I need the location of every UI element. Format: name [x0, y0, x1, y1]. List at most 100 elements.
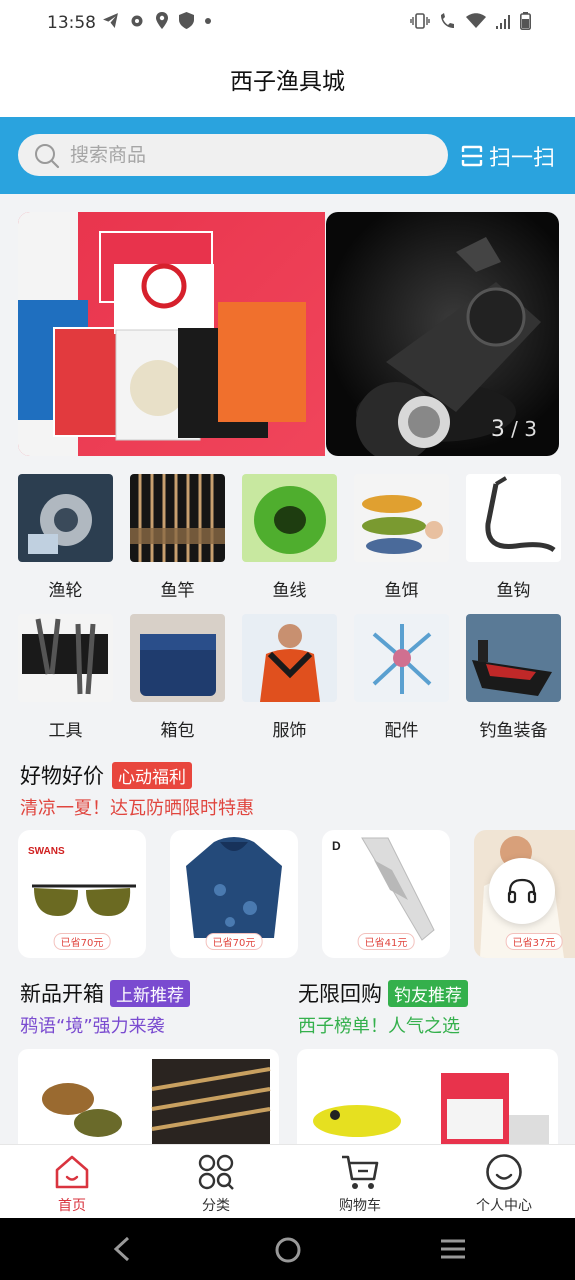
- telegram-icon: [103, 13, 118, 28]
- new-arrivals-title: 新品开箱: [20, 982, 104, 1006]
- repurchase-tag: 钓友推荐: [388, 979, 468, 1007]
- signal-icon: [496, 15, 510, 29]
- repurchase-card[interactable]: [297, 1049, 558, 1145]
- status-time: 13:58: [47, 13, 96, 33]
- category-label: 工具: [48, 721, 83, 741]
- scan-label: 扫一扫: [489, 146, 556, 171]
- category-label: 鱼饵: [384, 581, 419, 601]
- saving-badge: 已省70元: [53, 933, 111, 950]
- search-bar: 扫一扫: [0, 117, 575, 194]
- new-arrivals-image: [42, 1059, 271, 1145]
- scan-button[interactable]: 扫一扫: [461, 139, 555, 173]
- nav-profile-label: 个人中心: [476, 1198, 532, 1214]
- fish-hook-image: [466, 474, 561, 562]
- banner-total-pages: / 3: [511, 417, 537, 441]
- category-item-bags[interactable]: 箱包: [130, 614, 225, 741]
- banner-current-page: 3: [490, 417, 505, 442]
- category-label: 鱼线: [272, 581, 307, 601]
- nav-home[interactable]: 首页: [12, 1145, 132, 1219]
- wifi-icon: [466, 13, 486, 28]
- saving-badge: 已省41元: [357, 933, 415, 950]
- nav-profile[interactable]: 个人中心: [444, 1145, 564, 1219]
- repurchase-title: 无限回购: [298, 982, 382, 1006]
- deal-card-arm-sleeve[interactable]: D 已省41元: [322, 830, 450, 958]
- deals-tag: 心动福利: [112, 761, 192, 789]
- category-icon: [198, 1154, 234, 1190]
- brand-logo-text: SWANS: [28, 846, 65, 857]
- category-item-hook[interactable]: 鱼钩: [466, 474, 561, 601]
- system-nav-bar: [0, 1218, 575, 1280]
- status-bar: 13:58: [0, 0, 575, 48]
- new-arrivals-tag: 上新推荐: [110, 979, 190, 1007]
- repurchase-subtitle[interactable]: 西子榜单！人气之选: [298, 1012, 460, 1038]
- fishing-reel-image: [18, 474, 113, 562]
- category-item-rod[interactable]: 鱼竿: [130, 474, 225, 601]
- scan-icon: [461, 145, 483, 167]
- deals-subtitle[interactable]: 清凉一夏！达瓦防晒限时特惠: [20, 794, 254, 820]
- deal-card-hoodie[interactable]: 已省70元: [170, 830, 298, 958]
- shield-icon: [179, 12, 194, 29]
- pliers-image: [18, 614, 113, 702]
- category-item-tools[interactable]: 工具: [18, 614, 113, 741]
- new-arrivals-subtitle[interactable]: 鸦语“境”强力来袭: [20, 1012, 165, 1038]
- headset-icon: [507, 878, 537, 904]
- dot-icon: [205, 17, 211, 24]
- category-label: 箱包: [160, 721, 195, 741]
- nav-cart[interactable]: 购物车: [300, 1145, 420, 1219]
- search-box[interactable]: [18, 134, 448, 176]
- banner-image-reel[interactable]: 3 / 3: [326, 212, 559, 456]
- category-label: 鱼钩: [496, 581, 531, 601]
- nav-category[interactable]: 分类: [156, 1145, 276, 1219]
- brand-logo-text: D: [332, 839, 341, 853]
- category-label: 配件: [384, 721, 419, 741]
- back-icon[interactable]: [110, 1236, 134, 1262]
- repurchase-image: [313, 1073, 549, 1145]
- fishing-line-products-image: [18, 212, 306, 456]
- nav-home-label: 首页: [58, 1198, 86, 1214]
- banner-image-fishing-line[interactable]: [18, 212, 325, 456]
- title-bar: 西子渔具城: [0, 48, 575, 117]
- status-right-icons: [410, 12, 531, 30]
- banner-page-indicator: 3 / 3: [491, 417, 537, 442]
- category-label: 鱼竿: [160, 581, 195, 601]
- home-circle-icon[interactable]: [274, 1236, 302, 1264]
- saving-badge: 已省37元: [505, 933, 563, 950]
- location-icon: [156, 12, 168, 29]
- nav-category-label: 分类: [202, 1198, 230, 1214]
- gear-icon: [131, 15, 143, 26]
- category-label: 渔轮: [48, 581, 83, 601]
- promo-banner[interactable]: 3 / 3: [18, 212, 559, 456]
- wifi-call-icon: [441, 12, 454, 28]
- fishing-lure-image: [354, 474, 449, 562]
- bottom-nav: 首页 分类 购物车 个人中心: [0, 1144, 575, 1218]
- category-label: 钓鱼装备: [479, 721, 548, 741]
- repurchase-header: 无限回购 钓友推荐: [298, 978, 468, 1008]
- menu-icon[interactable]: [439, 1236, 467, 1262]
- deals-title: 好物好价: [20, 764, 104, 788]
- new-arrivals-header: 新品开箱 上新推荐: [20, 978, 190, 1008]
- category-item-lure[interactable]: 鱼饵: [354, 474, 449, 601]
- profile-icon: [486, 1154, 522, 1190]
- deal-card-sunglasses[interactable]: SWANS 已省70元: [18, 830, 146, 958]
- status-left-icons: [102, 12, 212, 29]
- search-icon: [35, 144, 60, 169]
- home-icon: [55, 1155, 89, 1189]
- deals-header: 好物好价 心动福利: [20, 760, 192, 790]
- customer-service-button[interactable]: [489, 858, 555, 924]
- fishing-rod-image: [130, 474, 225, 562]
- cart-icon: [342, 1155, 379, 1189]
- category-item-apparel[interactable]: 服饰: [242, 614, 337, 741]
- nav-cart-label: 购物车: [339, 1198, 381, 1214]
- battery-icon: [520, 12, 531, 30]
- category-item-line[interactable]: 鱼线: [242, 474, 337, 601]
- category-item-reel[interactable]: 渔轮: [18, 474, 113, 601]
- accessory-image: [354, 614, 449, 702]
- category-item-accessories[interactable]: 配件: [354, 614, 449, 741]
- page-title: 西子渔具城: [230, 69, 345, 95]
- category-label: 服饰: [272, 721, 307, 741]
- new-arrivals-card[interactable]: [18, 1049, 279, 1145]
- search-input[interactable]: [70, 134, 430, 176]
- tackle-bag-image: [130, 614, 225, 702]
- category-item-equipment[interactable]: 钓鱼装备: [466, 614, 561, 741]
- saving-badge: 已省70元: [205, 933, 263, 950]
